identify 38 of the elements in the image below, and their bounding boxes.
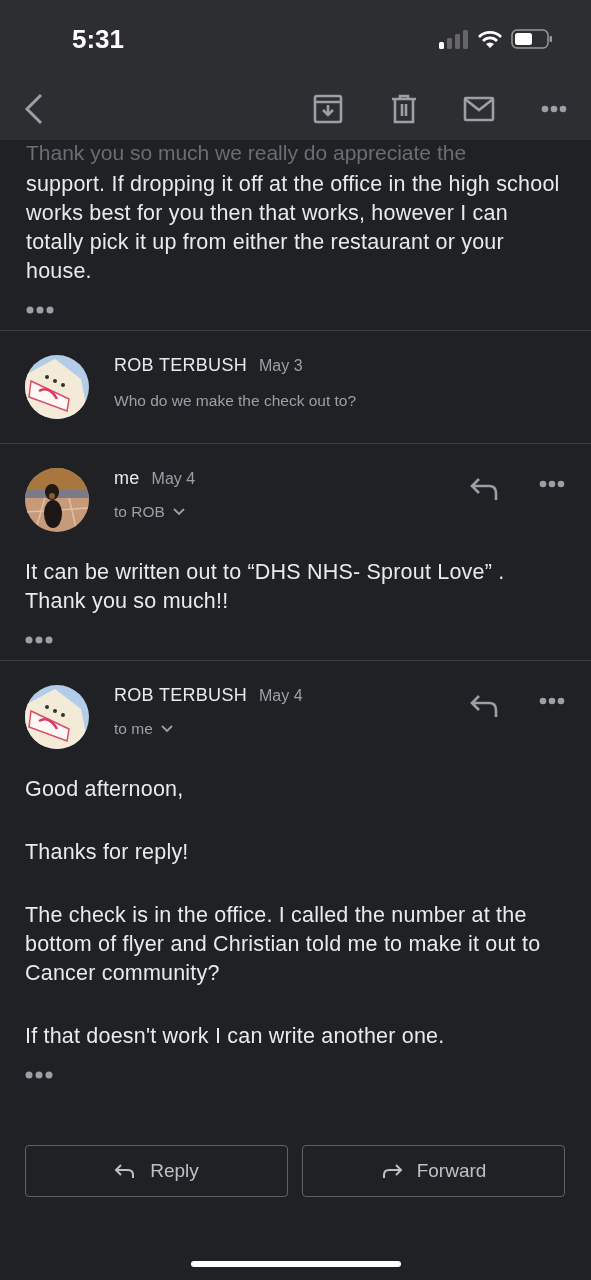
sender-name: ROB TERBUSH <box>114 355 247 376</box>
message-date: May 4 <box>259 687 303 705</box>
forward-icon <box>380 1163 403 1179</box>
message-date: May 3 <box>259 357 303 375</box>
message-text: The check is in the office. I called the number at the bottom of flyer and Christian told me to make it out to Cancer community? <box>25 902 542 987</box>
message-text: Good afternoon, <box>25 776 185 803</box>
chevron-down-icon <box>160 725 173 733</box>
recipient-toggle[interactable]: to ROB <box>114 503 185 521</box>
message-text: Thanks for reply! <box>25 839 190 866</box>
message-text: If that doesn't work I can write another one. <box>25 1023 446 1050</box>
reply-icon[interactable] <box>469 476 499 502</box>
more-button[interactable] <box>541 105 567 113</box>
status-time: 5:31 <box>72 23 125 55</box>
reply-icon[interactable] <box>469 693 499 719</box>
show-trimmed-icon[interactable] <box>25 636 53 644</box>
mail-button[interactable] <box>463 96 495 122</box>
delete-button[interactable] <box>391 94 417 124</box>
back-button[interactable] <box>24 93 44 125</box>
sender-name: me <box>114 468 140 489</box>
message-date: May 4 <box>151 470 196 488</box>
forward-button[interactable]: Forward <box>302 1145 565 1197</box>
reply-button[interactable]: Reply <box>25 1145 288 1197</box>
reply-icon <box>114 1163 137 1179</box>
recipient-toggle[interactable]: to me <box>114 720 173 738</box>
wifi-icon <box>477 29 503 49</box>
show-trimmed-icon[interactable] <box>25 1071 53 1079</box>
message-text: support. If dropping it off at the office in the high school works best for you then that works, however I can totally pick it up from either the restaurant or your house. <box>26 171 561 285</box>
message-text: It can be written out to “DHS NHS- Sprout Love” . Thank you so much!! <box>25 559 506 615</box>
more-icon[interactable] <box>539 480 565 488</box>
sender-name: ROB TERBUSH <box>114 685 247 706</box>
faded-text: Thank you so much we really do appreciate the <box>25 140 468 164</box>
chevron-down-icon <box>172 508 185 516</box>
archive-button[interactable] <box>313 94 343 124</box>
battery-icon <box>511 29 553 49</box>
signal-icon <box>439 29 469 49</box>
more-icon[interactable] <box>539 697 565 705</box>
show-trimmed-icon[interactable] <box>26 306 54 314</box>
message-snippet: Who do we make the check out to? <box>114 392 358 410</box>
